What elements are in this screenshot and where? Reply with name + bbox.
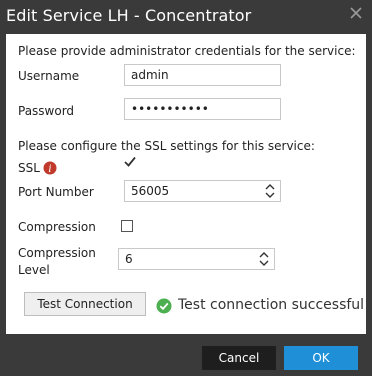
dialog-content: Please provide administrator credentials… (6, 34, 366, 334)
port-number-stepper[interactable]: 56005 (124, 180, 281, 202)
close-icon[interactable] (346, 3, 366, 23)
compression-level-stepper[interactable]: 6 (118, 248, 275, 270)
spinner-icon[interactable] (258, 251, 270, 267)
svg-text:i: i (48, 164, 51, 175)
password-value: ••••••••••• (131, 102, 209, 116)
info-icon[interactable]: i (43, 160, 57, 175)
ssl-prompt: Please configure the SSL settings for th… (18, 139, 315, 153)
port-value: 56005 (131, 184, 170, 198)
cancel-button[interactable]: Cancel (202, 346, 276, 370)
compression-checkbox[interactable] (121, 220, 133, 232)
compression-label: Compression (18, 220, 96, 234)
port-label: Port Number (18, 185, 94, 199)
username-label: Username (18, 69, 80, 83)
ok-button[interactable]: OK (284, 346, 358, 370)
dialog-title: Edit Service LH - Concentrator (6, 6, 252, 25)
test-connection-button[interactable]: Test Connection (24, 292, 146, 316)
compression-level-value: 6 (125, 252, 133, 266)
edit-service-dialog: Edit Service LH - Concentrator Please pr… (0, 0, 372, 376)
compression-level-label-line2: Level (18, 263, 50, 277)
username-field[interactable]: admin (124, 64, 281, 86)
title-bar: Edit Service LH - Concentrator (0, 0, 372, 34)
test-status-text: Test connection successful (178, 297, 365, 313)
spinner-icon[interactable] (264, 183, 276, 199)
compression-level-label-line1: Compression (18, 246, 96, 260)
password-label: Password (18, 104, 75, 118)
credentials-prompt: Please provide administrator credentials… (18, 44, 356, 58)
success-check-icon (156, 298, 172, 314)
password-field[interactable]: ••••••••••• (124, 98, 281, 120)
username-value: admin (131, 68, 169, 82)
ssl-label: SSL (18, 161, 40, 175)
ssl-checkbox[interactable] (122, 154, 138, 170)
